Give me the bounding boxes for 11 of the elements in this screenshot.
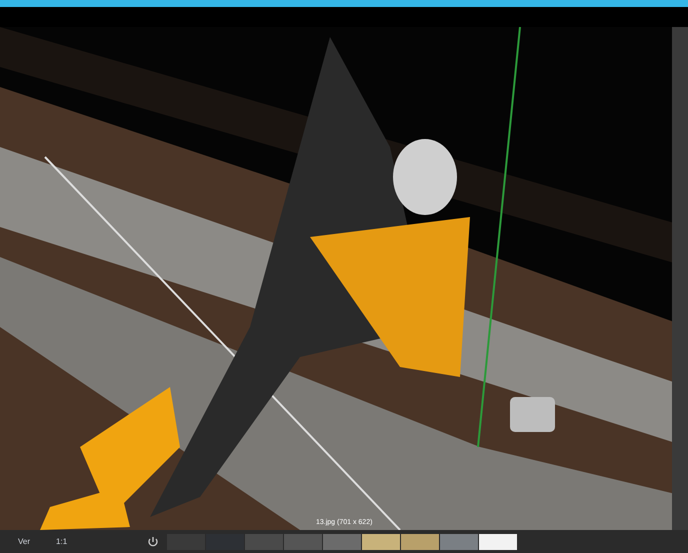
thumbnail[interactable] bbox=[284, 534, 322, 550]
power-icon[interactable] bbox=[147, 536, 160, 548]
toolbar-label: Ver bbox=[18, 536, 30, 548]
thumbnail[interactable] bbox=[362, 534, 400, 550]
thumbnail[interactable] bbox=[440, 534, 478, 550]
thumbnail[interactable] bbox=[206, 534, 244, 550]
thumbnail[interactable] bbox=[323, 534, 362, 550]
thumbnail[interactable] bbox=[401, 534, 440, 550]
toolbar-label: 1:1 bbox=[56, 536, 68, 548]
thumbnail[interactable] bbox=[479, 534, 518, 550]
thumbnail[interactable] bbox=[245, 534, 284, 550]
